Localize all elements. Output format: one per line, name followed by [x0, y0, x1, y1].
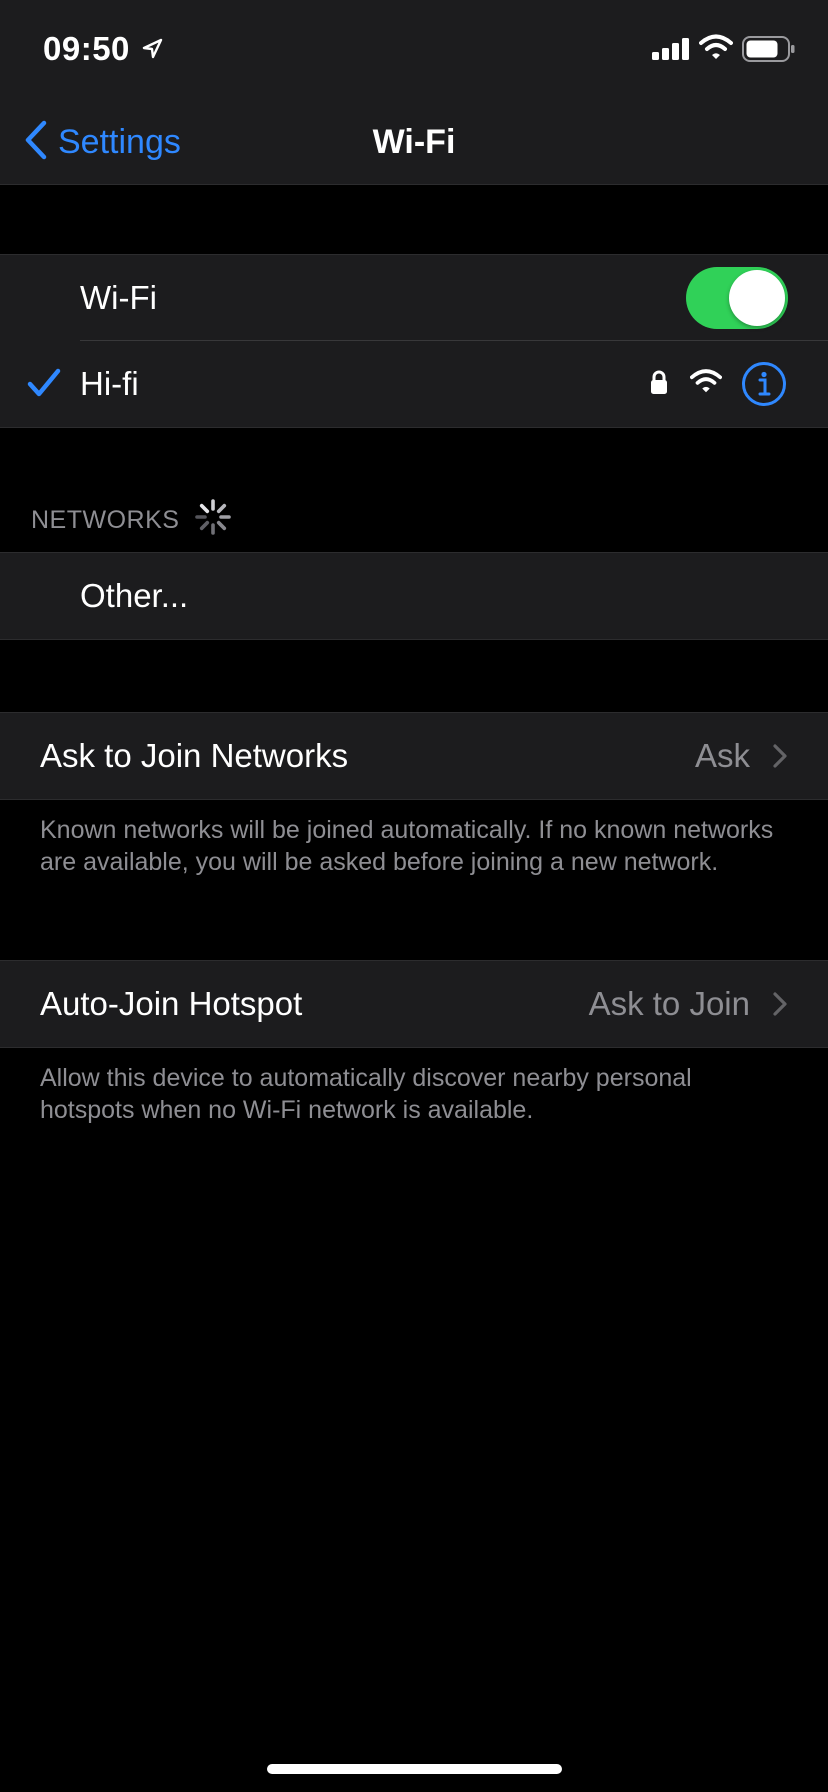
loading-spinner-icon — [193, 497, 233, 544]
networks-group: Other... — [0, 552, 828, 640]
home-indicator[interactable] — [267, 1764, 562, 1774]
lock-icon — [650, 369, 668, 400]
other-network-row[interactable]: Other... — [0, 553, 828, 639]
wifi-label: Wi-Fi — [80, 279, 157, 316]
back-button[interactable]: Settings — [24, 100, 181, 184]
location-arrow-icon — [141, 38, 163, 65]
back-label: Settings — [58, 122, 181, 161]
wifi-toggle[interactable] — [686, 267, 788, 329]
auto-join-group: Auto-Join Hotspot Ask to Join — [0, 960, 828, 1048]
navigation-bar: Settings Wi-Fi — [0, 100, 828, 185]
wifi-icon — [699, 34, 733, 65]
checkmark-icon — [27, 367, 61, 404]
connected-network-name: Hi-fi — [80, 365, 139, 402]
status-time: 09:50 — [43, 30, 130, 67]
wifi-signal-icon — [690, 368, 722, 399]
info-icon[interactable] — [741, 361, 787, 412]
wifi-toggle-row: Wi-Fi — [0, 255, 828, 341]
connected-network-row[interactable]: Hi-fi — [0, 341, 828, 427]
status-bar: 09:50 — [0, 0, 828, 100]
other-network-label: Other... — [80, 577, 189, 614]
auto-join-hotspot-row[interactable]: Auto-Join Hotspot Ask to Join — [0, 961, 828, 1047]
cellular-signal-icon — [652, 38, 690, 65]
toggle-knob — [729, 270, 785, 326]
ask-to-join-footer: Known networks will be joined automatica… — [40, 816, 774, 876]
auto-join-hotspot-value: Ask to Join — [588, 985, 750, 1022]
wifi-group: Wi-Fi Hi-fi — [0, 254, 828, 428]
chevron-left-icon — [24, 120, 48, 165]
ask-to-join-row[interactable]: Ask to Join Networks Ask — [0, 713, 828, 799]
auto-join-hotspot-label: Auto-Join Hotspot — [40, 985, 303, 1022]
ask-to-join-label: Ask to Join Networks — [40, 737, 349, 774]
auto-join-hotspot-footer: Allow this device to automatically disco… — [40, 1064, 692, 1124]
ask-to-join-group: Ask to Join Networks Ask — [0, 712, 828, 800]
ask-to-join-value: Ask — [694, 737, 750, 774]
networks-section-header: NETWORKS — [31, 498, 233, 540]
networks-header-label: NETWORKS — [31, 505, 180, 534]
chevron-right-icon — [772, 991, 788, 1022]
chevron-right-icon — [772, 743, 788, 774]
battery-icon — [742, 36, 796, 67]
